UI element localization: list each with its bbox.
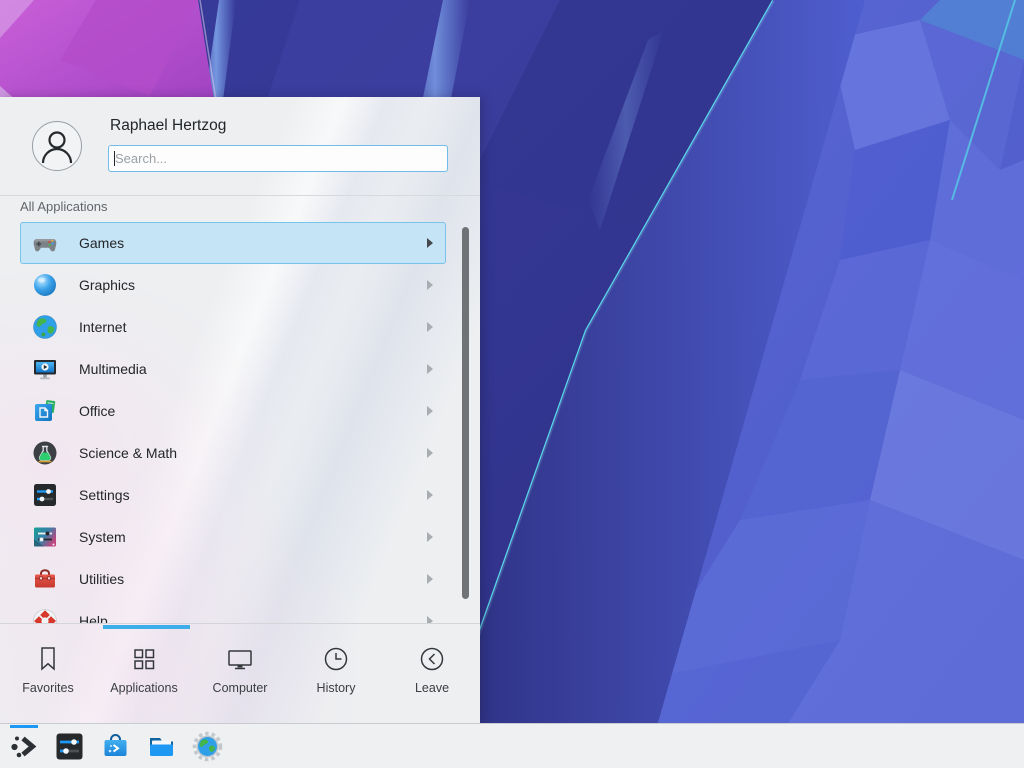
flask-icon: [32, 440, 58, 466]
bookmark-icon: [33, 644, 63, 674]
category-row-games[interactable]: Games: [20, 222, 446, 264]
category-row-office[interactable]: Office: [20, 390, 446, 432]
active-tab-indicator: [103, 625, 190, 629]
system-settings-icon[interactable]: [54, 731, 85, 762]
launcher-footer: Favorites Applications: [0, 623, 480, 723]
tab-computer[interactable]: Computer: [192, 636, 288, 695]
category-label: Help: [79, 613, 108, 623]
submenu-arrow-icon: [427, 448, 433, 458]
clock-icon: [321, 644, 351, 674]
category-label: Graphics: [79, 277, 135, 293]
category-row-internet[interactable]: Internet: [20, 306, 446, 348]
taskbar: ES 7:03 PM 4/24/21: [0, 723, 1024, 768]
category-label: Utilities: [79, 571, 124, 587]
submenu-arrow-icon: [427, 322, 433, 332]
system-sliders-icon: [32, 524, 58, 550]
category-row-settings[interactable]: Settings: [20, 474, 446, 516]
search-input[interactable]: [108, 145, 448, 172]
tab-favorites[interactable]: Favorites: [0, 636, 96, 695]
kde-launcher-icon[interactable]: [8, 731, 39, 762]
application-category-list: Games Graphics: [20, 222, 446, 623]
launcher-header: Raphael Hertzog: [0, 97, 480, 195]
submenu-arrow-icon: [427, 532, 433, 542]
category-label: Settings: [79, 487, 130, 503]
category-row-science[interactable]: Science & Math: [20, 432, 446, 474]
grid-icon: [129, 644, 159, 674]
application-launcher-menu: Raphael Hertzog All Applications Games: [0, 97, 480, 723]
category-label: Internet: [79, 319, 126, 335]
toolbox-icon: [32, 566, 58, 592]
monitor-play-icon: [32, 356, 58, 382]
user-name: Raphael Hertzog: [110, 117, 226, 135]
footer-tab-bar: Favorites Applications: [0, 636, 480, 695]
category-label: Office: [79, 403, 115, 419]
globe-icon: [32, 314, 58, 340]
leave-icon: [417, 644, 447, 674]
tab-history[interactable]: History: [288, 636, 384, 695]
submenu-arrow-icon: [427, 280, 433, 290]
documents-icon: [32, 398, 58, 424]
category-row-system[interactable]: System: [20, 516, 446, 558]
category-label: System: [79, 529, 126, 545]
header-separator: [0, 195, 480, 196]
desktop: Raphael Hertzog All Applications Games: [0, 0, 1024, 768]
submenu-arrow-icon: [427, 616, 433, 623]
user-avatar[interactable]: [32, 121, 82, 171]
scrollbar-thumb[interactable]: [462, 227, 469, 599]
tab-applications[interactable]: Applications: [96, 636, 192, 695]
category-label: Multimedia: [79, 361, 147, 377]
sphere-icon: [32, 272, 58, 298]
category-label: Science & Math: [79, 445, 177, 461]
submenu-arrow-icon: [427, 364, 433, 374]
category-row-utilities[interactable]: Utilities: [20, 558, 446, 600]
discover-icon[interactable]: [100, 731, 131, 762]
category-row-graphics[interactable]: Graphics: [20, 264, 446, 306]
category-label: Games: [79, 235, 124, 251]
submenu-arrow-icon: [427, 406, 433, 416]
file-manager-icon[interactable]: [146, 731, 177, 762]
web-browser-icon[interactable]: [192, 731, 223, 762]
submenu-arrow-icon: [427, 490, 433, 500]
submenu-arrow-icon: [427, 574, 433, 584]
tab-leave[interactable]: Leave: [384, 636, 480, 695]
launcher-active-indicator: [10, 725, 38, 728]
gamepad-icon: [32, 230, 58, 256]
lifebuoy-icon: [32, 608, 58, 623]
section-label: All Applications: [20, 199, 107, 214]
computer-icon: [225, 644, 255, 674]
sliders-dark-icon: [32, 482, 58, 508]
text-caret: [114, 151, 115, 166]
category-row-help[interactable]: Help: [20, 600, 446, 623]
submenu-arrow-icon: [427, 238, 433, 248]
category-row-multimedia[interactable]: Multimedia: [20, 348, 446, 390]
